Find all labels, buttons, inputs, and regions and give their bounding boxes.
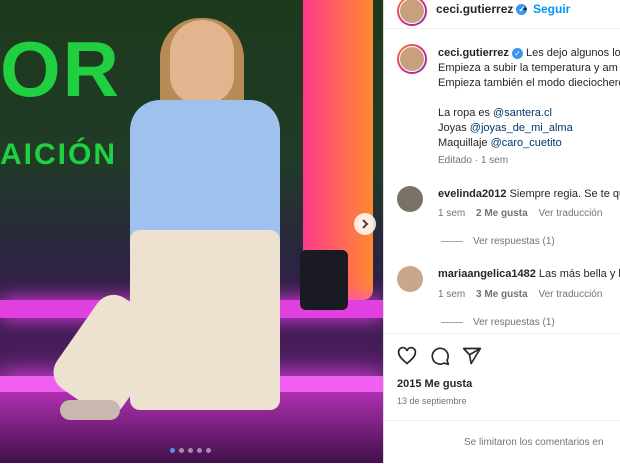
comment-avatar[interactable] (397, 266, 423, 292)
comment-meta: 1 sem 3 Me gusta Ver traducción (438, 289, 602, 300)
header-separator: • (523, 2, 528, 16)
comment-meta: 1 sem 2 Me gusta Ver traducción (438, 208, 602, 219)
comment-avatar[interactable] (397, 186, 423, 212)
post-header: ceci.gutierrez ✓ • Seguir (384, 0, 620, 29)
carousel-next-button[interactable] (354, 213, 376, 235)
jewelry-link[interactable]: @joyas_de_mi_alma (470, 122, 573, 134)
divider (384, 420, 620, 421)
jewelry-prefix: Joyas (438, 122, 470, 134)
header-username[interactable]: ceci.gutierrez ✓ (436, 2, 528, 16)
follow-button[interactable]: Seguir (533, 2, 570, 16)
makeup-prefix: Maquillaje (438, 137, 491, 149)
comment-icon[interactable] (430, 346, 450, 366)
post-caption: ceci.gutierrez ✓ Les dejo algunos lo Empi… (438, 46, 620, 168)
subject-shirt (130, 100, 280, 250)
view-replies-button[interactable]: Ver respuestas (1) (473, 317, 555, 328)
makeup-link[interactable]: @caro_cuetito (491, 137, 562, 149)
clothes-link[interactable]: @santera.cl (493, 107, 552, 119)
post-media[interactable]: OR AICIÓN (0, 0, 383, 463)
photo-subject (45, 18, 290, 450)
chevron-right-icon (362, 219, 369, 229)
subject-shoe (60, 400, 120, 420)
comment-time[interactable]: 1 sem (438, 289, 465, 300)
post-date[interactable]: 13 de septiembre (397, 396, 467, 406)
post-side-panel: ceci.gutierrez ✓ • Seguir ceci.gutierrez ✓… (383, 0, 620, 463)
subject-face (170, 20, 234, 104)
comments-limited-notice: Se limitaron los comentarios en (464, 437, 604, 448)
meta-dot: · (474, 155, 479, 166)
comment-time[interactable]: 1 sem (438, 208, 465, 219)
caption-time[interactable]: 1 sem (481, 155, 508, 166)
stage-spotlight (300, 250, 348, 310)
author-avatar[interactable] (397, 0, 427, 26)
carousel-dot (188, 448, 193, 453)
comment-username[interactable]: evelinda2012 (438, 188, 507, 200)
caption-line-1: Les dejo algunos lo (525, 47, 620, 59)
subject-pants (130, 230, 280, 410)
share-icon[interactable] (462, 346, 482, 366)
comment-text: Siempre regia. Se te qu (509, 188, 620, 200)
carousel-dot (206, 448, 211, 453)
comment-username[interactable]: mariaangelica1482 (438, 268, 536, 280)
comment-body: mariaangelica1482 Las más bella y la (438, 268, 620, 280)
caption-line-3: Empieza también el modo dieciochero (438, 77, 620, 89)
clothes-prefix: La ropa es (438, 107, 494, 119)
comment-text: Las más bella y la (538, 268, 620, 280)
edited-label: Editado (438, 155, 472, 166)
caption-username[interactable]: ceci.gutierrez (438, 47, 509, 59)
heart-icon[interactable] (397, 346, 417, 366)
caption-avatar[interactable] (397, 44, 427, 74)
comment-translate[interactable]: Ver traducción (538, 208, 602, 219)
likes-count[interactable]: 2015 Me gusta (397, 378, 472, 390)
carousel-dot (170, 448, 175, 453)
comment-translate[interactable]: Ver traducción (538, 289, 602, 300)
view-replies-button[interactable]: Ver respuestas (1) (473, 236, 555, 247)
carousel-indicator (170, 448, 211, 453)
replies-divider (441, 322, 463, 323)
replies-divider (441, 241, 463, 242)
carousel-dot (197, 448, 202, 453)
comment-likes[interactable]: 3 Me gusta (476, 289, 528, 300)
verified-badge-icon: ✓ (511, 47, 523, 59)
header-username-text: ceci.gutierrez (436, 2, 514, 16)
carousel-dot (179, 448, 184, 453)
comment-body: evelinda2012 Siempre regia. Se te qu (438, 188, 620, 200)
caption-line-2: Empieza a subir la temperatura y am (438, 62, 618, 74)
comment-likes[interactable]: 2 Me gusta (476, 208, 528, 219)
